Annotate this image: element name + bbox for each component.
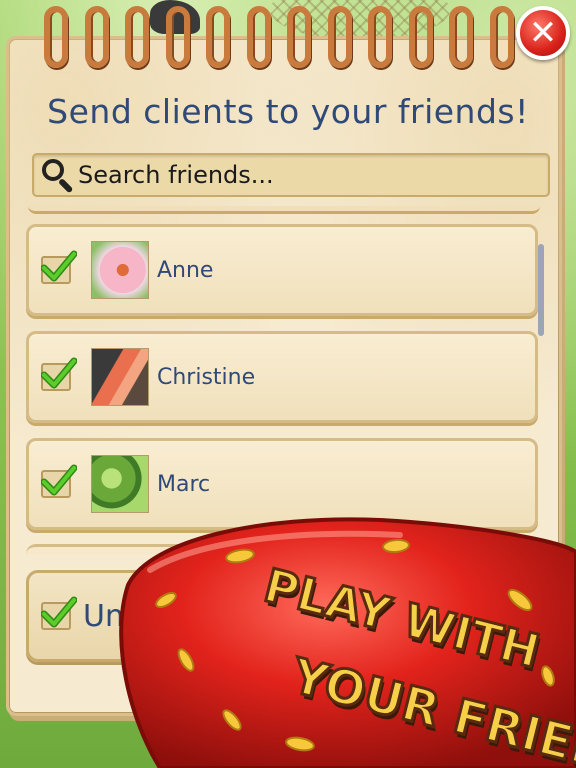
friend-checkbox[interactable]: [41, 464, 77, 498]
select-all-toggle[interactable]: Un: [26, 570, 536, 662]
spiral-ring: [246, 6, 271, 68]
spiral-ring: [327, 6, 352, 68]
spiral-ring: [206, 6, 231, 68]
friend-avatar: [91, 348, 149, 406]
checkmark-icon: [41, 464, 77, 496]
checkmark-icon: [41, 596, 77, 628]
close-button[interactable]: ✕: [516, 6, 570, 60]
spiral-ring: [368, 6, 393, 68]
friend-name: Anne: [157, 257, 214, 283]
list-item: [26, 544, 538, 554]
spiral-ring: [125, 6, 150, 68]
spiral-ring: [44, 6, 68, 68]
popup-title: Send clients to your friends!: [47, 92, 529, 131]
list-top-edge: [28, 206, 540, 214]
select-all-checkbox[interactable]: [41, 596, 77, 630]
spiral-ring: [165, 6, 190, 68]
friend-avatar: [91, 241, 149, 299]
spiral-ring: [408, 6, 433, 68]
search-bar[interactable]: [32, 153, 550, 197]
spiral-ring: [287, 6, 312, 68]
friend-avatar: [91, 455, 149, 513]
friend-name: Marc: [157, 471, 211, 497]
select-all-label: Un: [83, 598, 124, 634]
spiral-ring: [84, 6, 109, 68]
friend-checkbox[interactable]: [41, 250, 77, 284]
friend-row-marc[interactable]: Marc: [26, 438, 538, 530]
checkmark-icon: [41, 250, 77, 282]
spiral-ring: [489, 6, 514, 68]
list-scrollbar[interactable]: [538, 244, 544, 336]
friend-name: Christine: [157, 364, 256, 390]
spiral-ring: [449, 6, 474, 68]
search-input[interactable]: [78, 155, 548, 195]
checkmark-icon: [41, 357, 77, 389]
close-icon: ✕: [528, 13, 558, 53]
friend-row-anne[interactable]: Anne: [26, 224, 538, 316]
friend-row-christine[interactable]: Christine: [26, 331, 538, 423]
notepad-spiral-binding: [44, 6, 514, 76]
friend-checkbox[interactable]: [41, 357, 77, 391]
search-icon: [40, 157, 78, 194]
